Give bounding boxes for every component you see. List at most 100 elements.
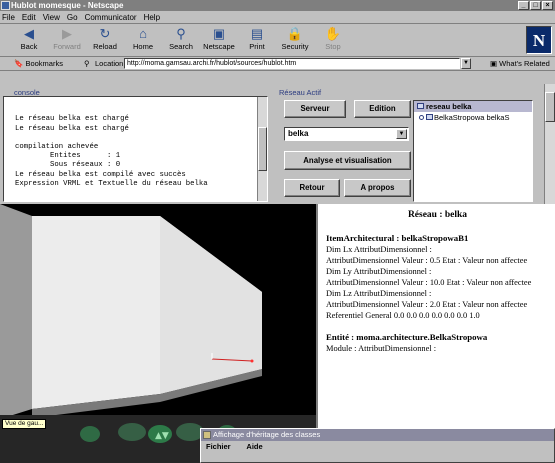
menu-help[interactable]: Help bbox=[144, 13, 160, 22]
reload-icon: ↻ bbox=[99, 26, 111, 41]
title-bar: Hublot momesque - Netscape _ □ × bbox=[0, 0, 555, 11]
dialog-title: Affichage d'héritage des classes bbox=[213, 430, 321, 439]
attribute-line: Dim Lx AttributDimensionnel : bbox=[326, 245, 432, 254]
menu-view[interactable]: View bbox=[43, 13, 60, 22]
dialog-title-bar[interactable]: Affichage d'héritage des classes bbox=[201, 429, 554, 441]
location-bar: 🔖 Bookmarks ⚲ Location: http://moma.gams… bbox=[0, 57, 555, 71]
reload-button[interactable]: ↻ Reload bbox=[86, 24, 124, 57]
toolbar-label: Search bbox=[169, 42, 193, 51]
close-button[interactable]: × bbox=[542, 1, 553, 10]
tree-child-label: BelkaStropowa belkaS bbox=[434, 113, 510, 122]
entity-heading: Entité : moma.architecture.BelkaStropowa bbox=[326, 332, 488, 342]
url-input[interactable]: http://moma.gamsau.archi.fr/hublot/sourc… bbox=[124, 58, 460, 69]
axis-point-icon bbox=[250, 359, 254, 363]
toolbar-label: Stop bbox=[325, 42, 341, 51]
netscape-logo[interactable]: N bbox=[526, 26, 552, 54]
walk-control-icon[interactable] bbox=[118, 423, 146, 441]
attribute-line: Dim Ly AttributDimensionnel : bbox=[326, 267, 432, 276]
menu-bar: File Edit View Go Communicator Help bbox=[0, 11, 555, 24]
toolbar-label: Reload bbox=[93, 42, 117, 51]
console-line: compilation achevée bbox=[15, 142, 99, 151]
attribute-line: AttributDimensionnel Valeur : 10.0 Etat … bbox=[326, 278, 532, 287]
security-lock-icon: 🔒 bbox=[286, 26, 304, 41]
stop-icon: ✋ bbox=[324, 26, 342, 41]
network-tree: reseau belka BelkaStropowa belkaS bbox=[413, 100, 533, 202]
navigation-toolbar: ◀ Back ▶ Forward ↻ Reload ⌂ Home ⚲ Search ▣ Netscap… bbox=[0, 24, 555, 57]
chevron-down-icon[interactable]: ▼ bbox=[396, 129, 407, 139]
search-button[interactable]: ⚲ Search bbox=[162, 24, 200, 57]
retour-button[interactable]: Retour bbox=[284, 179, 340, 197]
menu-edit[interactable]: Edit bbox=[22, 13, 36, 22]
vrml-3d-viewer[interactable]: ▲▼ bbox=[0, 204, 316, 463]
folder-icon bbox=[417, 103, 424, 109]
apropos-button[interactable]: A propos bbox=[344, 179, 411, 197]
rotate-control-icon[interactable] bbox=[80, 426, 100, 442]
analyse-visualisation-button[interactable]: Analyse et visualisation bbox=[284, 151, 411, 170]
item-attributes: Dim Lx AttributDimensionnel : AttributDim… bbox=[326, 244, 549, 321]
panel-title: Réseau : belka bbox=[407, 210, 468, 220]
location-label: Location: bbox=[95, 59, 126, 68]
entity-icon bbox=[426, 114, 433, 120]
window-title: Hublot momesque - Netscape bbox=[11, 1, 124, 10]
minimize-button[interactable]: _ bbox=[518, 1, 529, 10]
console-line: Le réseau belka est chargé bbox=[15, 124, 129, 133]
dialog-menu-bar: Fichier Aide bbox=[201, 441, 554, 453]
toolbar-label: Print bbox=[249, 42, 265, 51]
toolbar-label: Security bbox=[281, 42, 309, 51]
toolbar-label: Back bbox=[20, 42, 38, 51]
console-line: Sous réseaux : 0 bbox=[15, 161, 121, 170]
location-pin-icon: ⚲ bbox=[84, 59, 90, 68]
attribute-line: Referentiel General 0.0 0.0 0.0 0.0 0.0 … bbox=[326, 311, 480, 320]
toolbar-label: Netscape bbox=[203, 42, 235, 51]
url-dropdown-icon[interactable]: ▼ bbox=[461, 58, 471, 69]
viewpoint-label[interactable]: Vue de gau... bbox=[2, 419, 47, 429]
java-window-icon bbox=[203, 431, 211, 439]
dashboard-arrows-icon: ▲▼ bbox=[155, 431, 169, 441]
tree-root-item[interactable]: reseau belka bbox=[414, 101, 532, 112]
reseau-select[interactable]: belka ▼ bbox=[284, 127, 409, 141]
console-line: Expression VRML et Textuelle du réseau b… bbox=[15, 179, 208, 188]
page-scrollbar[interactable] bbox=[544, 84, 555, 204]
console-line: Le réseau belka est chargé bbox=[15, 115, 129, 124]
page-scroll-thumb[interactable] bbox=[545, 92, 555, 122]
toolbar-label: Home bbox=[132, 42, 153, 51]
console-output[interactable]: Le réseau belka est chargé Le réseau belk… bbox=[3, 96, 268, 202]
entity-attributes: Module : AttributDimensionnel : bbox=[326, 343, 549, 354]
attribute-line: AttributDimensionnel Valeur : 2.0 Etat :… bbox=[326, 300, 528, 309]
security-button[interactable]: 🔒 Security bbox=[276, 24, 314, 57]
stop-button[interactable]: ✋ Stop bbox=[314, 24, 352, 57]
back-arrow-icon: ◀ bbox=[24, 26, 34, 41]
maximize-button[interactable]: □ bbox=[530, 1, 541, 10]
whats-related-button[interactable]: ▣ What's Related bbox=[490, 59, 550, 68]
console-scrollbar[interactable] bbox=[257, 97, 267, 201]
console-scroll-thumb[interactable] bbox=[258, 127, 267, 171]
menu-communicator[interactable]: Communicator bbox=[85, 13, 137, 22]
back-button[interactable]: ◀ Back bbox=[10, 24, 48, 57]
print-button[interactable]: ▤ Print bbox=[238, 24, 276, 57]
dialog-menu-fichier[interactable]: Fichier bbox=[206, 442, 231, 451]
serveur-button[interactable]: Serveur bbox=[284, 100, 346, 118]
menu-file[interactable]: File bbox=[2, 13, 15, 22]
vrml-scene[interactable]: ▲▼ bbox=[0, 204, 316, 463]
dialog-menu-aide[interactable]: Aide bbox=[246, 442, 262, 451]
edition-button[interactable]: Edition bbox=[354, 100, 411, 118]
print-icon: ▤ bbox=[250, 26, 264, 41]
bookmarks-label: Bookmarks bbox=[25, 59, 63, 68]
menu-go[interactable]: Go bbox=[67, 13, 78, 22]
attribute-line: AttributDimensionnel Valeur : 0.5 Etat :… bbox=[326, 256, 528, 265]
forward-button[interactable]: ▶ Forward bbox=[48, 24, 86, 57]
netscape-window-icon bbox=[1, 1, 10, 10]
bookmarks-button[interactable]: 🔖 Bookmarks bbox=[14, 59, 74, 68]
class-inheritance-window: Affichage d'héritage des classes Fichier… bbox=[200, 428, 555, 463]
tree-child-item[interactable]: BelkaStropowa belkaS bbox=[414, 112, 532, 123]
console-line: Entites : 1 bbox=[15, 152, 121, 161]
home-icon: ⌂ bbox=[139, 26, 147, 41]
reseau-actif-label: Réseau Actif bbox=[279, 88, 322, 97]
entity-line: Module : AttributDimensionnel : bbox=[326, 344, 437, 353]
home-button[interactable]: ⌂ Home bbox=[124, 24, 162, 57]
radio-node-icon bbox=[419, 115, 424, 120]
item-heading: ItemArchitectural : belkaStropowaB1 bbox=[326, 233, 469, 243]
netscape-button[interactable]: ▣ Netscape bbox=[200, 24, 238, 57]
forward-arrow-icon: ▶ bbox=[62, 26, 72, 41]
